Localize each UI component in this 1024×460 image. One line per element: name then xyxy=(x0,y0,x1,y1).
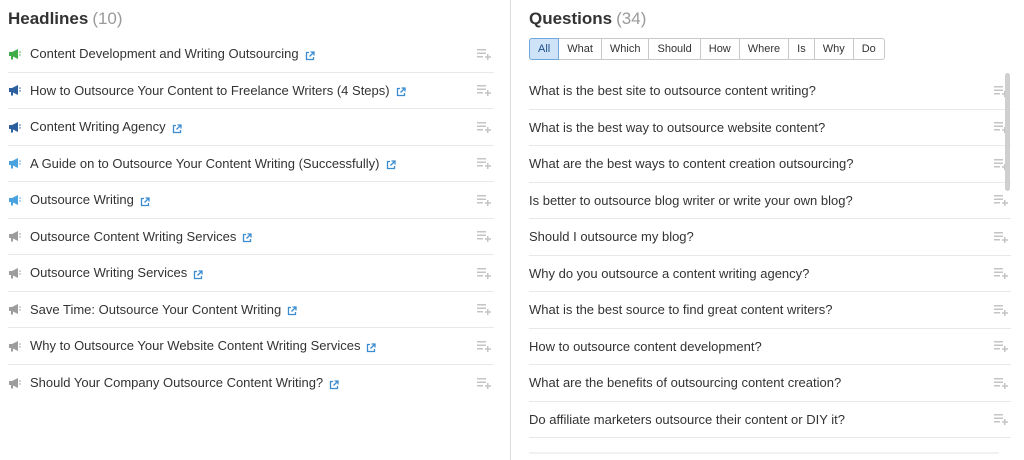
external-link-icon[interactable] xyxy=(242,231,253,243)
headline-text[interactable]: Outsource Content Writing Services xyxy=(30,229,236,244)
question-text[interactable]: What is the best way to outsource websit… xyxy=(529,120,825,135)
filter-button-all[interactable]: All xyxy=(529,38,560,60)
add-to-list-icon[interactable] xyxy=(994,304,1009,316)
external-link-icon[interactable] xyxy=(193,268,203,279)
questions-panel: Questions (34) All What Which Should How Where… xyxy=(511,0,1024,460)
headline-text[interactable]: Outsource Writing Services xyxy=(30,265,187,280)
add-to-list-icon[interactable] xyxy=(477,303,492,316)
question-filter-group: All What Which Should How Where Is Why Do xyxy=(529,38,885,60)
questions-count: (34) xyxy=(616,9,647,28)
question-row: What is the best source to find great co… xyxy=(529,292,1011,329)
megaphone-gray-icon xyxy=(8,230,22,242)
add-to-list-icon[interactable] xyxy=(994,413,1009,426)
question-text[interactable]: Do affiliate marketers outsource their c… xyxy=(529,412,845,427)
questions-title: Questions (34) xyxy=(529,9,646,29)
question-row: Is better to outsource blog writer or wr… xyxy=(529,183,1011,219)
add-to-list-icon[interactable] xyxy=(477,267,492,279)
headlines-panel: Headlines (10) Content Development and Wr… xyxy=(0,0,510,460)
question-text[interactable]: Why do you outsource a content writing a… xyxy=(529,266,809,281)
add-to-list-icon[interactable] xyxy=(994,340,1009,353)
filter-button-is[interactable]: Is xyxy=(789,38,815,60)
headlines-count: (10) xyxy=(92,9,123,28)
add-to-list-icon[interactable] xyxy=(477,121,492,133)
question-text[interactable]: What is the best source to find great co… xyxy=(529,302,832,317)
add-to-list-icon[interactable] xyxy=(477,194,492,206)
headline-text[interactable]: Content Development and Writing Outsourc… xyxy=(30,46,299,61)
headlines-list: Content Development and Writing Outsourc… xyxy=(8,36,494,401)
question-row: What are the best ways to content creati… xyxy=(529,146,1011,183)
question-row: Why do you outsource a content writing a… xyxy=(529,256,1011,292)
add-to-list-icon[interactable] xyxy=(994,194,1009,207)
partial-list-item xyxy=(529,452,999,454)
external-link-icon[interactable] xyxy=(396,85,406,97)
megaphone-light-blue-icon xyxy=(8,157,22,169)
question-text[interactable]: What are the benefits of outsourcing con… xyxy=(529,375,841,390)
headline-text[interactable]: Should Your Company Outsource Content Wr… xyxy=(30,375,323,390)
external-link-icon[interactable] xyxy=(386,158,396,170)
external-link-icon[interactable] xyxy=(305,49,315,60)
megaphone-dark-blue-icon xyxy=(8,84,22,96)
megaphone-gray-icon xyxy=(8,340,22,352)
question-text[interactable]: Is better to outsource blog writer or wr… xyxy=(529,193,853,208)
headlines-title: Headlines (10) xyxy=(8,9,123,29)
questions-list: What is the best site to outsource conte… xyxy=(529,73,1011,438)
add-to-list-icon[interactable] xyxy=(477,230,492,243)
add-to-list-icon[interactable] xyxy=(477,377,492,389)
megaphone-gray-icon xyxy=(8,267,22,279)
question-text[interactable]: How to outsource content development? xyxy=(529,339,762,354)
question-row: What is the best site to outsource conte… xyxy=(529,73,1011,110)
headlines-title-text: Headlines xyxy=(8,9,89,28)
external-link-icon[interactable] xyxy=(140,195,150,206)
headline-text[interactable]: A Guide on to Outsource Your Content Wri… xyxy=(30,156,380,171)
add-to-list-icon[interactable] xyxy=(994,231,1009,243)
headline-text[interactable]: Outsource Writing xyxy=(30,192,134,207)
add-to-list-icon[interactable] xyxy=(477,340,492,352)
headline-row: Outsource Writing Services xyxy=(8,255,494,292)
headline-row: Outsource Content Writing Services xyxy=(8,219,494,255)
headline-text[interactable]: Save Time: Outsource Your Content Writin… xyxy=(30,302,281,317)
filter-button-what[interactable]: What xyxy=(559,38,602,60)
questions-scrollbar[interactable] xyxy=(1005,73,1010,191)
filter-button-how[interactable]: How xyxy=(700,38,740,60)
question-row: Should I outsource my blog? xyxy=(529,219,1011,256)
filter-button-why[interactable]: Why xyxy=(814,38,854,60)
question-row: What is the best way to outsource websit… xyxy=(529,110,1011,146)
question-text[interactable]: What are the best ways to content creati… xyxy=(529,156,853,171)
headline-row: Should Your Company Outsource Content Wr… xyxy=(8,365,494,402)
headline-text[interactable]: Content Writing Agency xyxy=(30,119,166,134)
headline-row: Outsource Writing xyxy=(8,182,494,219)
headline-row: A Guide on to Outsource Your Content Wri… xyxy=(8,146,494,182)
add-to-list-icon[interactable] xyxy=(994,267,1009,280)
headline-row: Content Writing Agency xyxy=(8,109,494,146)
megaphone-light-blue-icon xyxy=(8,194,22,206)
external-link-icon[interactable] xyxy=(329,378,339,389)
external-link-icon[interactable] xyxy=(366,341,377,352)
filter-button-do[interactable]: Do xyxy=(853,38,885,60)
add-to-list-icon[interactable] xyxy=(477,84,492,97)
question-text[interactable]: What is the best site to outsource conte… xyxy=(529,83,816,98)
filter-button-should[interactable]: Should xyxy=(649,38,701,60)
headline-row: Why to Outsource Your Website Content Wr… xyxy=(8,328,494,365)
add-to-list-icon[interactable] xyxy=(994,377,1009,389)
headline-row: Content Development and Writing Outsourc… xyxy=(8,36,494,73)
headline-row: Save Time: Outsource Your Content Writin… xyxy=(8,292,494,328)
filter-button-which[interactable]: Which xyxy=(601,38,650,60)
megaphone-gray-icon xyxy=(8,377,22,389)
external-link-icon[interactable] xyxy=(172,122,182,133)
question-row: Do affiliate marketers outsource their c… xyxy=(529,402,1011,438)
megaphone-green-icon xyxy=(8,48,22,60)
question-row: How to outsource content development? xyxy=(529,329,1011,365)
add-to-list-icon[interactable] xyxy=(477,157,492,170)
question-row: What are the benefits of outsourcing con… xyxy=(529,365,1011,402)
questions-title-text: Questions xyxy=(529,9,613,28)
headline-text[interactable]: Why to Outsource Your Website Content Wr… xyxy=(30,338,360,353)
megaphone-gray-icon xyxy=(8,303,22,315)
headline-row: How to Outsource Your Content to Freelan… xyxy=(8,73,494,109)
filter-button-where[interactable]: Where xyxy=(739,38,790,60)
headline-text[interactable]: How to Outsource Your Content to Freelan… xyxy=(30,83,390,98)
question-text[interactable]: Should I outsource my blog? xyxy=(529,229,694,244)
megaphone-dark-blue-icon xyxy=(8,121,22,133)
external-link-icon[interactable] xyxy=(287,304,297,316)
add-to-list-icon[interactable] xyxy=(477,48,492,60)
